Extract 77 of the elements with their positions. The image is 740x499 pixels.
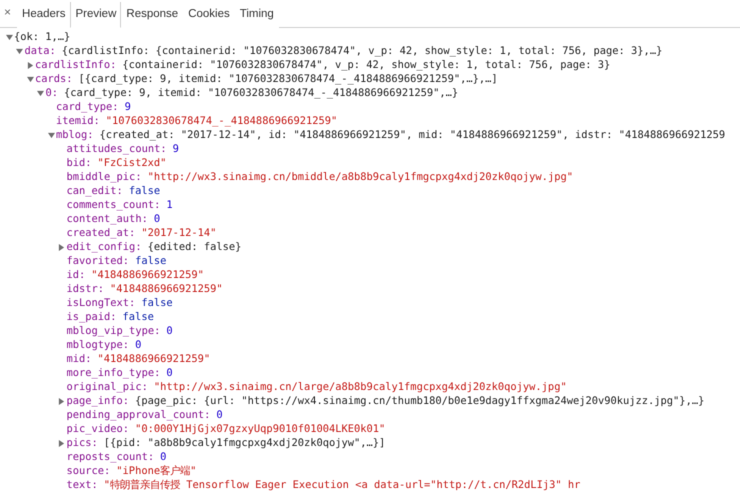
property-value: "2017-12-14" <box>141 226 216 240</box>
property-value: 0 <box>166 366 173 380</box>
property-value: {ok: 1,…} <box>14 30 70 44</box>
caret-icon[interactable] <box>37 90 44 96</box>
property-key: mblog_vip_type: <box>66 324 160 338</box>
property-value: 1 <box>166 198 173 212</box>
property-value: false <box>128 184 160 198</box>
property-key: content_auth: <box>66 212 148 226</box>
property-value: {cardlistInfo: {containerid: "1076032830678474", v_p: 42, show_style: 1, total: 756, page: 3},…} <box>62 44 662 58</box>
property-value: 9 <box>172 142 179 156</box>
property-value: false <box>141 296 173 310</box>
property-key: pics: <box>66 436 98 450</box>
property-key: cards: <box>35 72 73 86</box>
property-key: idstr: <box>66 282 104 296</box>
property-value: "iPhone客户端" <box>116 464 196 478</box>
property-key: more_info_type: <box>66 366 160 380</box>
property-value: "0:000Y1HjGjx07gzxyUqp9010f01004LKE0k01" <box>135 422 386 436</box>
property-value: 9 <box>124 100 131 114</box>
property-key: bmiddle_pic: <box>66 170 142 184</box>
property-value: "4184886966921259" <box>98 352 210 366</box>
property-value: 0 <box>135 338 142 352</box>
property-value: {edited: false} <box>148 240 242 254</box>
property-value: {created_at: "2017-12-14", id: "4184886966921259", mid: "4184886966921259", idstr: "4184886966921259 <box>100 128 726 142</box>
property-key: created_at: <box>66 226 136 240</box>
property-key: mblogtype: <box>66 338 130 352</box>
property-value: false <box>122 310 154 324</box>
property-key: page_info: <box>66 394 130 408</box>
property-key: is_paid: <box>66 310 117 324</box>
property-key: data: <box>24 44 56 58</box>
property-value: {containerid: "1076032830678474", v_p: 42, show_style: 1, total: 756, page: 3} <box>122 58 610 72</box>
property-key: bid: <box>66 156 92 170</box>
property-value: {card_type: 9, itemid: "1076032830678474_-_4184886966921259",…} <box>64 86 458 100</box>
property-value: 0 <box>166 324 173 338</box>
property-key: cardlistInfo: <box>35 58 116 72</box>
property-key: card_type: <box>56 100 119 114</box>
property-value: 0 <box>160 450 166 464</box>
property-key: 0: <box>46 86 58 100</box>
tab[interactable]: Headers <box>17 2 70 28</box>
property-key: original_pic: <box>66 380 148 394</box>
property-key: favorited: <box>66 254 130 268</box>
property-key: reposts_count: <box>66 450 154 464</box>
property-value: "FzCist2xd" <box>98 156 166 170</box>
property-value: false <box>135 254 166 268</box>
property-key: edit_config: <box>66 240 142 254</box>
property-value: 0 <box>216 408 223 422</box>
property-key: pending_approval_count: <box>66 408 210 422</box>
property-key: source: <box>66 464 110 478</box>
caret-icon[interactable] <box>58 440 65 446</box>
property-value: "http://wx3.sinaimg.cn/bmiddle/a8b8b9caly1fmgcpxg4xdj20zk0qojyw.jpg" <box>148 170 573 184</box>
caret-icon[interactable] <box>6 34 12 40</box>
caret-icon[interactable] <box>58 398 65 404</box>
tab[interactable]: Preview <box>70 2 122 28</box>
caret-icon[interactable] <box>58 244 65 250</box>
property-value: {page_pic: {url: "https://wx4.sinaimg.cn/thumb180/b0e1e9dagy1ffxgma24wej20v90kujzz.jpg"},…} <box>135 394 704 408</box>
caret-icon[interactable] <box>16 48 23 54</box>
property-key: mblog: <box>56 128 94 142</box>
property-key: pic_video: <box>66 422 130 436</box>
property-value: "4184886966921259" <box>91 268 204 282</box>
property-key: mid: <box>66 352 92 366</box>
property-value: "1076032830678474_-_4184886966921259" <box>106 114 338 128</box>
property-value: [{card_type: 9, itemid: "1076032830678474_-_4184886966921259",…},…] <box>78 72 498 86</box>
property-key: attitudes_count: <box>66 142 167 156</box>
property-key: text: <box>66 478 98 492</box>
property-key: id: <box>66 268 86 282</box>
property-value: 0 <box>154 212 160 226</box>
property-key: isLongText: <box>66 296 136 310</box>
caret-icon[interactable] <box>26 62 34 68</box>
property-value: "http://wx3.sinaimg.cn/large/a8b8b9caly1fmgcpxg4xdj20zk0qojyw.jpg" <box>154 380 567 394</box>
property-value: [{pid: "a8b8b9caly1fmgcpxg4xdj20zk0qojyw",…}] <box>104 436 386 450</box>
caret-icon[interactable] <box>48 132 54 138</box>
close-icon[interactable]: × <box>4 5 18 27</box>
caret-icon[interactable] <box>26 76 34 82</box>
property-key: comments_count: <box>66 198 160 212</box>
property-key: can_edit: <box>66 184 123 198</box>
property-key: itemid: <box>56 114 100 128</box>
property-value: "特朗普亲自传授 Tensorflow Eager Execution <a data-url="http://t.cn/R2dLIj3" hr <box>104 478 580 492</box>
property-value: "4184886966921259" <box>110 282 223 296</box>
